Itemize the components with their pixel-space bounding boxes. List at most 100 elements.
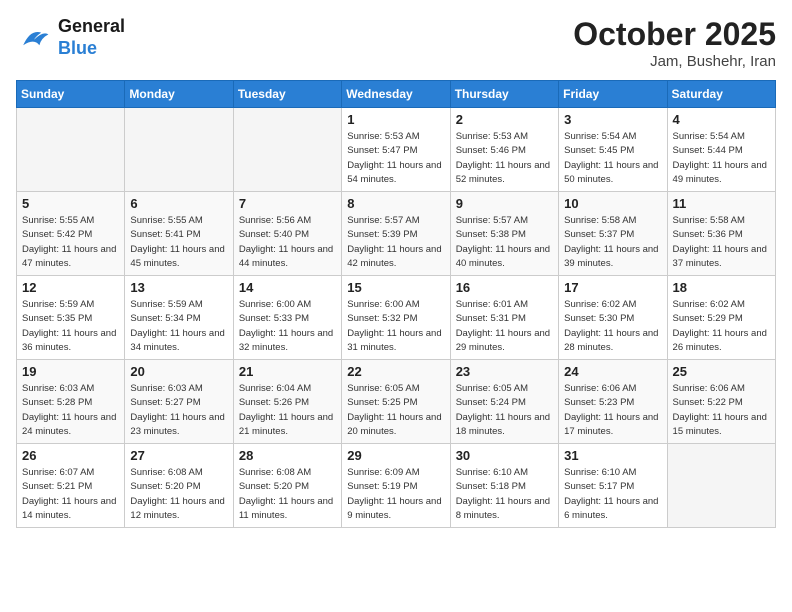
day-number: 24	[564, 364, 661, 379]
weekday-header-wednesday: Wednesday	[342, 81, 450, 108]
day-number: 12	[22, 280, 119, 295]
day-info: Sunrise: 6:09 AMSunset: 5:19 PMDaylight:…	[347, 466, 444, 523]
weekday-header-tuesday: Tuesday	[233, 81, 341, 108]
day-info: Sunrise: 6:06 AMSunset: 5:22 PMDaylight:…	[673, 382, 770, 439]
location-subtitle: Jam, Bushehr, Iran	[573, 53, 776, 70]
calendar-day-cell: 1Sunrise: 5:53 AMSunset: 5:47 PMDaylight…	[342, 108, 450, 192]
day-info: Sunrise: 5:54 AMSunset: 5:44 PMDaylight:…	[673, 130, 770, 187]
day-info: Sunrise: 6:05 AMSunset: 5:24 PMDaylight:…	[456, 382, 553, 439]
day-number: 28	[239, 448, 336, 463]
weekday-header-saturday: Saturday	[667, 81, 775, 108]
day-number: 4	[673, 112, 770, 127]
calendar-day-cell: 26Sunrise: 6:07 AMSunset: 5:21 PMDayligh…	[17, 444, 125, 528]
day-info: Sunrise: 6:03 AMSunset: 5:28 PMDaylight:…	[22, 382, 119, 439]
page-header: General Blue October 2025 Jam, Bushehr, …	[16, 16, 776, 70]
calendar-day-cell: 29 Sunrise: 6:09 AMSunset: 5:19 PMDayligh…	[342, 444, 450, 528]
day-number: 14	[239, 280, 336, 295]
calendar-week-row: 12 Sunrise: 5:59 AMSunset: 5:35 PMDayligh…	[17, 276, 776, 360]
day-number: 22	[347, 364, 444, 379]
day-number: 9	[456, 196, 553, 211]
calendar-day-cell: 30Sunrise: 6:10 AMSunset: 5:18 PMDayligh…	[450, 444, 558, 528]
day-info: Sunrise: 6:03 AMSunset: 5:27 PMDaylight:…	[130, 382, 227, 439]
calendar-day-cell: 6 Sunrise: 5:55 AMSunset: 5:41 PMDaylight…	[125, 192, 233, 276]
month-title: October 2025	[573, 16, 776, 53]
logo-icon	[16, 20, 52, 56]
calendar-day-cell	[125, 108, 233, 192]
day-info: Sunrise: 6:02 AMSunset: 5:30 PMDaylight:…	[564, 298, 661, 355]
day-info: Sunrise: 5:59 AMSunset: 5:34 PMDaylight:…	[130, 298, 227, 355]
calendar-day-cell: 19 Sunrise: 6:03 AMSunset: 5:28 PMDayligh…	[17, 360, 125, 444]
day-info: Sunrise: 5:57 AMSunset: 5:39 PMDaylight:…	[347, 214, 444, 271]
day-info: Sunrise: 5:53 AMSunset: 5:47 PMDaylight:…	[347, 130, 444, 187]
calendar-day-cell	[17, 108, 125, 192]
calendar-week-row: 26Sunrise: 6:07 AMSunset: 5:21 PMDayligh…	[17, 444, 776, 528]
day-number: 7	[239, 196, 336, 211]
calendar-day-cell: 5Sunrise: 5:55 AMSunset: 5:42 PMDaylight…	[17, 192, 125, 276]
day-number: 30	[456, 448, 553, 463]
day-info: Sunrise: 6:00 AMSunset: 5:33 PMDaylight:…	[239, 298, 336, 355]
day-number: 6	[130, 196, 227, 211]
calendar-day-cell: 24 Sunrise: 6:06 AMSunset: 5:23 PMDayligh…	[559, 360, 667, 444]
day-info: Sunrise: 6:08 AMSunset: 5:20 PMDaylight:…	[130, 466, 227, 523]
day-number: 8	[347, 196, 444, 211]
day-info: Sunrise: 6:02 AMSunset: 5:29 PMDaylight:…	[673, 298, 770, 355]
day-info: Sunrise: 5:55 AMSunset: 5:41 PMDaylight:…	[130, 214, 227, 271]
logo-text: General Blue	[58, 16, 125, 59]
day-info: Sunrise: 6:06 AMSunset: 5:23 PMDaylight:…	[564, 382, 661, 439]
weekday-header-monday: Monday	[125, 81, 233, 108]
day-info: Sunrise: 6:01 AMSunset: 5:31 PMDaylight:…	[456, 298, 553, 355]
calendar-day-cell	[233, 108, 341, 192]
day-info: Sunrise: 5:53 AMSunset: 5:46 PMDaylight:…	[456, 130, 553, 187]
day-info: Sunrise: 6:08 AMSunset: 5:20 PMDaylight:…	[239, 466, 336, 523]
day-info: Sunrise: 6:05 AMSunset: 5:25 PMDaylight:…	[347, 382, 444, 439]
calendar-week-row: 5Sunrise: 5:55 AMSunset: 5:42 PMDaylight…	[17, 192, 776, 276]
weekday-header-sunday: Sunday	[17, 81, 125, 108]
day-info: Sunrise: 5:57 AMSunset: 5:38 PMDaylight:…	[456, 214, 553, 271]
calendar-day-cell: 11 Sunrise: 5:58 AMSunset: 5:36 PMDayligh…	[667, 192, 775, 276]
weekday-header-row: SundayMondayTuesdayWednesdayThursdayFrid…	[17, 81, 776, 108]
calendar-day-cell	[667, 444, 775, 528]
calendar-day-cell: 16 Sunrise: 6:01 AMSunset: 5:31 PMDayligh…	[450, 276, 558, 360]
calendar-day-cell: 13 Sunrise: 5:59 AMSunset: 5:34 PMDayligh…	[125, 276, 233, 360]
calendar-week-row: 1Sunrise: 5:53 AMSunset: 5:47 PMDaylight…	[17, 108, 776, 192]
calendar-week-row: 19 Sunrise: 6:03 AMSunset: 5:28 PMDayligh…	[17, 360, 776, 444]
day-info: Sunrise: 5:59 AMSunset: 5:35 PMDaylight:…	[22, 298, 119, 355]
calendar-day-cell: 4 Sunrise: 5:54 AMSunset: 5:44 PMDaylight…	[667, 108, 775, 192]
day-number: 27	[130, 448, 227, 463]
weekday-header-friday: Friday	[559, 81, 667, 108]
day-number: 23	[456, 364, 553, 379]
calendar-day-cell: 7 Sunrise: 5:56 AMSunset: 5:40 PMDaylight…	[233, 192, 341, 276]
day-number: 16	[456, 280, 553, 295]
calendar-day-cell: 27 Sunrise: 6:08 AMSunset: 5:20 PMDayligh…	[125, 444, 233, 528]
calendar-day-cell: 28 Sunrise: 6:08 AMSunset: 5:20 PMDayligh…	[233, 444, 341, 528]
calendar-day-cell: 23 Sunrise: 6:05 AMSunset: 5:24 PMDayligh…	[450, 360, 558, 444]
day-info: Sunrise: 5:56 AMSunset: 5:40 PMDaylight:…	[239, 214, 336, 271]
calendar-day-cell: 15Sunrise: 6:00 AMSunset: 5:32 PMDayligh…	[342, 276, 450, 360]
calendar-day-cell: 14 Sunrise: 6:00 AMSunset: 5:33 PMDayligh…	[233, 276, 341, 360]
day-number: 19	[22, 364, 119, 379]
day-number: 21	[239, 364, 336, 379]
calendar-day-cell: 20Sunrise: 6:03 AMSunset: 5:27 PMDayligh…	[125, 360, 233, 444]
day-number: 15	[347, 280, 444, 295]
calendar-table: SundayMondayTuesdayWednesdayThursdayFrid…	[16, 80, 776, 528]
calendar-day-cell: 9 Sunrise: 5:57 AMSunset: 5:38 PMDaylight…	[450, 192, 558, 276]
calendar-day-cell: 2Sunrise: 5:53 AMSunset: 5:46 PMDaylight…	[450, 108, 558, 192]
day-info: Sunrise: 5:58 AMSunset: 5:36 PMDaylight:…	[673, 214, 770, 271]
day-info: Sunrise: 5:55 AMSunset: 5:42 PMDaylight:…	[22, 214, 119, 271]
day-info: Sunrise: 5:58 AMSunset: 5:37 PMDaylight:…	[564, 214, 661, 271]
day-number: 29	[347, 448, 444, 463]
calendar-day-cell: 18 Sunrise: 6:02 AMSunset: 5:29 PMDayligh…	[667, 276, 775, 360]
calendar-title-block: October 2025 Jam, Bushehr, Iran	[573, 16, 776, 70]
calendar-day-cell: 31Sunrise: 6:10 AMSunset: 5:17 PMDayligh…	[559, 444, 667, 528]
day-info: Sunrise: 6:10 AMSunset: 5:17 PMDaylight:…	[564, 466, 661, 523]
calendar-day-cell: 17Sunrise: 6:02 AMSunset: 5:30 PMDayligh…	[559, 276, 667, 360]
day-number: 13	[130, 280, 227, 295]
calendar-day-cell: 8 Sunrise: 5:57 AMSunset: 5:39 PMDaylight…	[342, 192, 450, 276]
day-number: 11	[673, 196, 770, 211]
day-info: Sunrise: 6:04 AMSunset: 5:26 PMDaylight:…	[239, 382, 336, 439]
logo: General Blue	[16, 16, 125, 59]
calendar-day-cell: 3Sunrise: 5:54 AMSunset: 5:45 PMDaylight…	[559, 108, 667, 192]
day-number: 3	[564, 112, 661, 127]
day-number: 18	[673, 280, 770, 295]
calendar-day-cell: 21 Sunrise: 6:04 AMSunset: 5:26 PMDayligh…	[233, 360, 341, 444]
